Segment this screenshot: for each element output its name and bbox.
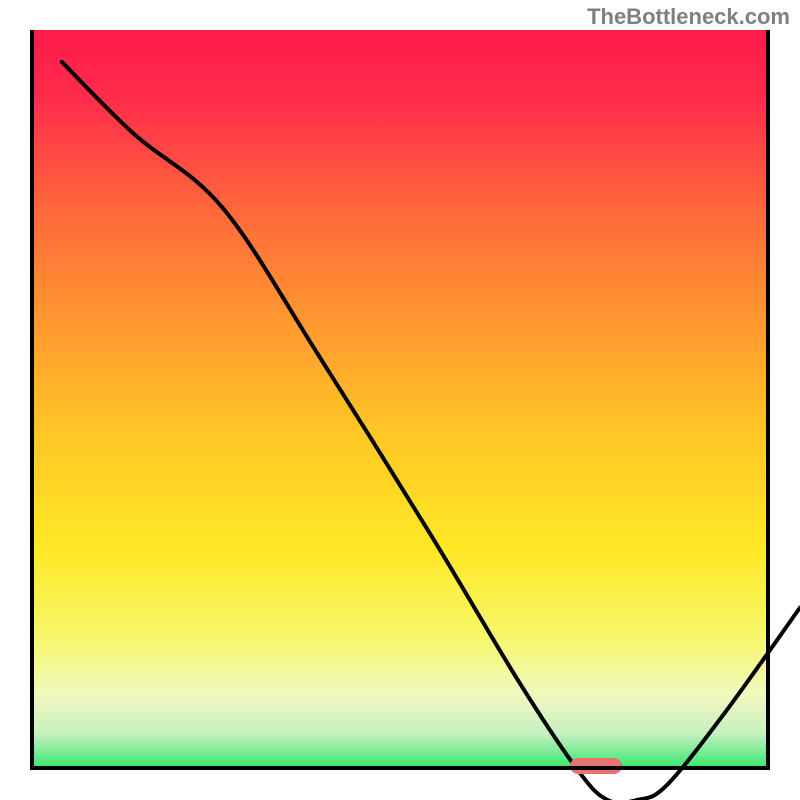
watermark-text: TheBottleneck.com xyxy=(587,4,790,30)
x-axis-line xyxy=(30,766,770,770)
bottleneck-chart: TheBottleneck.com xyxy=(0,0,800,800)
curve-layer xyxy=(60,60,800,800)
right-axis-line xyxy=(766,30,770,770)
y-axis-line xyxy=(30,30,34,770)
plot-area xyxy=(30,30,770,770)
bottleneck-curve xyxy=(60,60,800,800)
